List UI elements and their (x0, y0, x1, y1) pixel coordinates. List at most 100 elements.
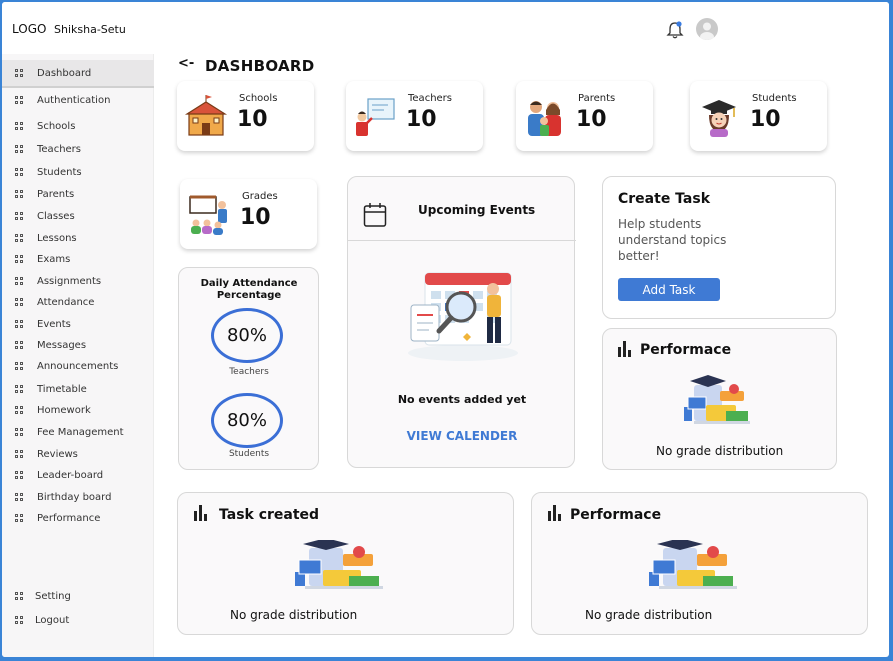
stat-card-grades[interactable]: Grades 10 (180, 179, 317, 249)
stat-label: Students (752, 93, 797, 104)
sidebar-item-setting[interactable]: Setting (2, 585, 154, 607)
sidebar-item-label: Fee Management (37, 426, 124, 438)
events-empty-message: No events added yet (397, 393, 527, 406)
sidebar-item-label: Attendance (37, 296, 95, 308)
sidebar-item-birthday-board[interactable]: Birthday board (2, 486, 154, 508)
sidebar-item-fee-management[interactable]: Fee Management (2, 421, 154, 443)
sidebar-item-label: Timetable (37, 383, 87, 395)
sidebar-item-parents[interactable]: Parents (2, 183, 154, 205)
stat-label: Teachers (408, 93, 452, 104)
add-task-button[interactable]: Add Task (618, 278, 720, 301)
attendance-card: Daily Attendance Percentage 80% Teachers… (178, 267, 319, 470)
back-button[interactable]: <- (178, 56, 194, 71)
stat-label: Grades (242, 191, 278, 202)
stat-card-schools[interactable]: Schools 10 (177, 81, 314, 151)
grid-icon (15, 470, 24, 480)
performance-title: Performace (570, 507, 662, 523)
sidebar-item-label: Setting (35, 590, 71, 602)
sidebar-item-reviews[interactable]: Reviews (2, 443, 154, 465)
notification-bell-icon[interactable] (666, 20, 684, 40)
grid-icon (15, 254, 24, 264)
sidebar-item-label: Messages (37, 339, 87, 351)
performance-card-large: Performace No grade distribution (531, 492, 868, 635)
grid-icon (15, 144, 24, 154)
sidebar-item-lessons[interactable]: Lessons (2, 227, 154, 249)
grid-icon (15, 167, 24, 177)
sidebar-item-classes[interactable]: Classes (2, 205, 154, 227)
user-avatar[interactable] (696, 18, 718, 40)
sidebar-item-label: Performance (37, 512, 101, 524)
grid-icon (15, 492, 24, 502)
sidebar-item-exams[interactable]: Exams (2, 248, 154, 270)
sidebar-item-messages[interactable]: Messages (2, 334, 154, 356)
books-graduation-illustration (295, 540, 383, 589)
stat-card-teachers[interactable]: Teachers 10 (346, 81, 483, 151)
classroom-icon (189, 195, 227, 235)
view-calendar-link[interactable]: VIEW CALENDER (348, 429, 576, 443)
stat-card-parents[interactable]: Parents 10 (516, 81, 653, 151)
students-attendance-label: Students (228, 449, 270, 459)
sidebar-item-homework[interactable]: Homework (2, 399, 154, 421)
sidebar-item-label: Parents (37, 188, 75, 200)
sidebar-item-label: Lessons (37, 232, 77, 244)
sidebar-item-label: Logout (35, 614, 70, 626)
grid-icon (15, 297, 24, 307)
performance-title: Performace (640, 342, 732, 358)
grid-icon (15, 68, 24, 78)
grid-icon (15, 189, 24, 199)
grid-icon (15, 513, 24, 523)
app-window: LOGO Shiksha-Setu Dashboard Authenticati… (2, 2, 889, 657)
stat-card-students[interactable]: Students 10 (690, 81, 827, 151)
sidebar: Dashboard Authentication Schools Teacher… (2, 54, 154, 657)
teachers-attendance-label: Teachers (229, 367, 269, 377)
sidebar-item-events[interactable]: Events (2, 313, 154, 335)
sidebar-item-teachers[interactable]: Teachers (2, 138, 154, 160)
teachers-attendance-value: 80% (226, 325, 267, 346)
grid-icon (15, 427, 24, 437)
grid-icon (15, 591, 24, 601)
sidebar-item-authentication[interactable]: Authentication (2, 89, 154, 111)
stat-value: 10 (406, 107, 437, 132)
stat-label: Parents (578, 93, 616, 104)
calendar-search-illustration (408, 272, 518, 361)
books-graduation-illustration (684, 375, 750, 424)
sidebar-item-schools[interactable]: Schools (2, 115, 154, 137)
sidebar-item-label: Announcements (37, 360, 119, 372)
task-created-empty-message: No grade distribution (230, 608, 358, 622)
sidebar-item-label: Authentication (37, 94, 111, 106)
sidebar-item-announcements[interactable]: Announcements (2, 355, 154, 377)
teacher-icon (356, 98, 395, 136)
stat-value: 10 (576, 107, 607, 132)
create-task-title: Create Task (618, 191, 711, 207)
sidebar-item-label: Exams (37, 253, 71, 265)
grid-icon (15, 615, 24, 625)
page-title: DASHBOARD (205, 57, 315, 75)
sidebar-item-label: Leader-board (37, 469, 104, 481)
teachers-attendance-ring: 80% (211, 308, 283, 363)
sidebar-item-timetable[interactable]: Timetable (2, 378, 154, 400)
students-attendance-ring: 80% (211, 393, 283, 448)
sidebar-item-assignments[interactable]: Assignments (2, 270, 154, 292)
task-created-card: Task created No grade distribution (177, 492, 514, 635)
sidebar-item-dashboard[interactable]: Dashboard (2, 60, 154, 88)
sidebar-item-label: Homework (37, 404, 91, 416)
sidebar-item-logout[interactable]: Logout (2, 609, 154, 631)
logo: LOGO (12, 22, 47, 36)
brand-name: Shiksha-Setu (54, 23, 126, 36)
sidebar-item-attendance[interactable]: Attendance (2, 291, 154, 313)
calendar-icon (363, 203, 387, 227)
sidebar-item-label: Birthday board (37, 491, 112, 503)
sidebar-item-leader-board[interactable]: Leader-board (2, 464, 154, 486)
stat-label: Schools (239, 93, 278, 104)
grid-icon (15, 233, 24, 243)
bar-chart-icon (194, 505, 210, 521)
sidebar-item-label: Students (37, 166, 82, 178)
sidebar-item-performance[interactable]: Performance (2, 507, 154, 529)
grid-icon (15, 319, 24, 329)
grid-icon (15, 121, 24, 131)
grid-icon (15, 276, 24, 286)
student-graduate-icon (702, 100, 736, 137)
sidebar-item-students[interactable]: Students (2, 161, 154, 183)
sidebar-item-label: Teachers (37, 143, 81, 155)
performance-card-small: Performace No grade distribution (602, 328, 837, 470)
